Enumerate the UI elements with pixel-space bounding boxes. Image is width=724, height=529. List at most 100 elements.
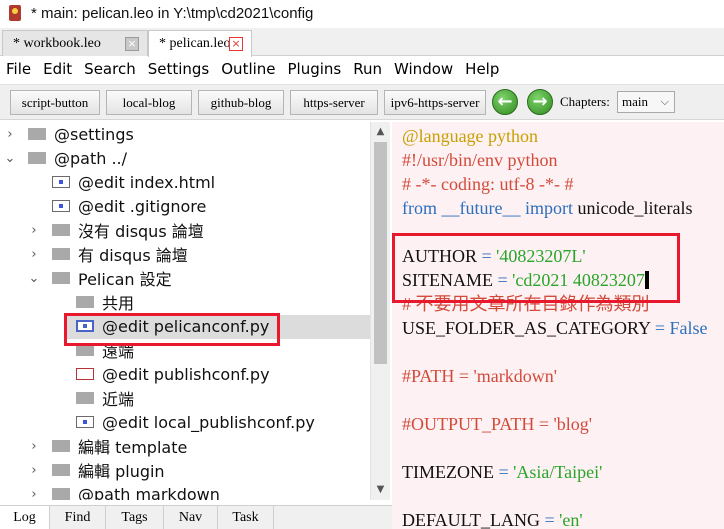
outline-node[interactable]: › 沒有 disqus 論壇	[0, 218, 370, 242]
local-blog-button[interactable]: local-blog	[106, 90, 192, 115]
menu-file[interactable]: File	[0, 57, 37, 81]
outline-node[interactable]: @edit local_publishconf.py	[0, 410, 370, 434]
code-token: DEFAULT_LANG	[402, 510, 545, 529]
outline-node[interactable]: › @path markdown	[0, 482, 370, 500]
code-token: #OUTPUT_PATH = 'blog'	[402, 414, 592, 434]
code-line: from __future__ import unicode_literals	[402, 196, 692, 220]
menu-edit[interactable]: Edit	[37, 57, 78, 81]
node-label: Pelican 設定	[78, 270, 172, 289]
outline-pane[interactable]: › @settings ⌄ @path ../ @edit index.html @edi…	[0, 122, 370, 500]
expand-right-icon[interactable]: ›	[28, 463, 40, 478]
scroll-down-icon[interactable]: ▼	[371, 482, 390, 498]
tab-tags[interactable]: Tags	[106, 506, 164, 529]
node-label: @edit publishconf.py	[102, 364, 270, 384]
node-label: 共用	[102, 294, 135, 313]
node-icon	[52, 176, 70, 188]
menu-plugins[interactable]: Plugins	[282, 57, 348, 81]
node-label: @path ../	[54, 148, 128, 168]
https-server-button[interactable]: https-server	[290, 90, 378, 115]
node-icon	[52, 224, 70, 236]
chapters-label: Chapters:	[560, 94, 610, 109]
outline-node[interactable]: @edit index.html	[0, 170, 370, 194]
node-icon	[76, 392, 94, 404]
tab-log[interactable]: Log	[0, 506, 50, 529]
button-bar: script-button local-blog github-blog htt…	[0, 84, 724, 120]
chapters-value: main	[622, 94, 648, 109]
code-token: unicode_literals	[577, 198, 693, 218]
menu-window[interactable]: Window	[388, 57, 459, 81]
expand-down-icon[interactable]: ⌄	[4, 151, 16, 166]
outline-node[interactable]: @edit publishconf.py	[0, 362, 370, 386]
menu-outline[interactable]: Outline	[215, 57, 281, 81]
node-label: 近端	[102, 390, 135, 409]
close-icon[interactable]: ×	[125, 37, 139, 51]
node-icon	[52, 440, 70, 452]
menu-search[interactable]: Search	[78, 57, 142, 81]
expand-right-icon[interactable]: ›	[28, 487, 40, 501]
code-line: DEFAULT_LANG = 'en'	[402, 508, 583, 529]
node-icon	[76, 368, 94, 380]
code-token: =	[654, 318, 670, 338]
code-token: __future__	[441, 198, 521, 218]
outline-node[interactable]: ⌄ @path ../	[0, 146, 370, 170]
tab-bar: * workbook.leo × * pelican.leo ×	[0, 28, 724, 57]
expand-right-icon[interactable]: ›	[28, 223, 40, 238]
node-icon	[52, 272, 70, 284]
outline-node[interactable]: 共用	[0, 290, 370, 314]
ipv6-https-server-button[interactable]: ipv6-https-server	[384, 90, 486, 115]
expand-right-icon[interactable]: ›	[4, 127, 16, 142]
menu-run[interactable]: Run	[347, 57, 388, 81]
node-icon	[52, 464, 70, 476]
tab-nav[interactable]: Nav	[164, 506, 218, 529]
tab-workbook[interactable]: * workbook.leo ×	[2, 30, 148, 56]
body-editor[interactable]: @language python #!/usr/bin/env python # -…	[392, 122, 724, 529]
back-arrow-icon[interactable]: ←	[492, 89, 518, 115]
close-icon[interactable]: ×	[229, 37, 243, 51]
outline-node[interactable]: @edit .gitignore	[0, 194, 370, 218]
code-token: =	[498, 462, 514, 482]
node-icon	[28, 152, 46, 164]
menu-bar: File Edit Search Settings Outline Plugin…	[0, 57, 724, 81]
code-token: =	[544, 510, 560, 529]
code-token: False	[669, 318, 708, 338]
node-icon	[52, 488, 70, 500]
node-label: 編輯 template	[78, 438, 188, 457]
code-line: TIMEZONE = 'Asia/Taipei'	[402, 460, 602, 484]
outline-node[interactable]: 近端	[0, 386, 370, 410]
menu-settings[interactable]: Settings	[142, 57, 216, 81]
github-blog-button[interactable]: github-blog	[198, 90, 284, 115]
forward-arrow-icon[interactable]: →	[527, 89, 553, 115]
node-icon	[52, 248, 70, 260]
outline-node[interactable]: › 編輯 plugin	[0, 458, 370, 482]
node-label: 沒有 disqus 論壇	[78, 222, 204, 241]
scroll-thumb[interactable]	[374, 142, 387, 364]
outline-node[interactable]: › 編輯 template	[0, 434, 370, 458]
expand-right-icon[interactable]: ›	[28, 247, 40, 262]
node-label: @path markdown	[78, 484, 220, 501]
chevron-down-icon: ⌵	[660, 96, 669, 108]
tab-pelican[interactable]: * pelican.leo ×	[148, 30, 252, 57]
log-tab-bar: Log Find Tags Nav Task	[0, 505, 392, 529]
highlight-box-outline	[64, 313, 280, 346]
tab-find[interactable]: Find	[50, 506, 106, 529]
code-line: #PATH = 'markdown'	[402, 364, 557, 388]
outline-node[interactable]: › 有 disqus 論壇	[0, 242, 370, 266]
node-label: @settings	[54, 124, 134, 144]
tab-task[interactable]: Task	[218, 506, 274, 529]
leo-app-icon	[7, 5, 23, 21]
script-button[interactable]: script-button	[10, 90, 100, 115]
node-icon	[76, 296, 94, 308]
code-token: TIMEZONE	[402, 462, 499, 482]
outline-scrollbar[interactable]: ▲ ▼	[370, 122, 390, 500]
outline-node[interactable]: ⌄ Pelican 設定	[0, 266, 370, 290]
node-icon	[28, 128, 46, 140]
outline-node[interactable]: › @settings	[0, 122, 370, 146]
code-token: #PATH = 'markdown'	[402, 366, 557, 386]
chapters-dropdown[interactable]: main ⌵	[617, 91, 675, 113]
code-line: #!/usr/bin/env python	[402, 148, 558, 172]
scroll-up-icon[interactable]: ▲	[371, 124, 390, 140]
code-token: import	[520, 198, 578, 218]
expand-right-icon[interactable]: ›	[28, 439, 40, 454]
menu-help[interactable]: Help	[459, 57, 505, 81]
expand-down-icon[interactable]: ⌄	[28, 271, 40, 286]
